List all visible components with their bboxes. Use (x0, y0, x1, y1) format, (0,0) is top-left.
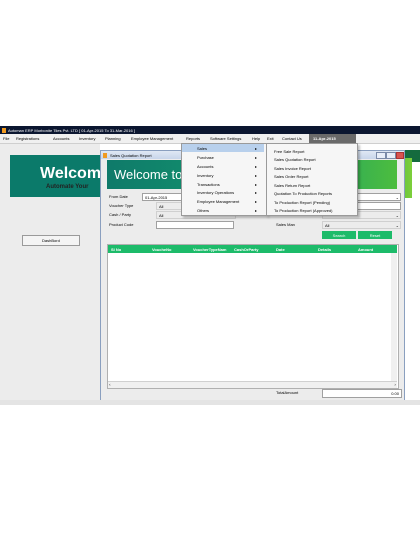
sales-submenu-item[interactable]: Sales Order Report (274, 174, 308, 179)
column-header[interactable]: Date (276, 247, 285, 252)
sales-man-label: Sales Man (276, 222, 295, 227)
submenu-arrow-icon: ▸ (255, 199, 258, 204)
reports-menu-highlight (182, 144, 264, 152)
reports-menu-item-others[interactable]: Others (197, 208, 209, 213)
column-header[interactable]: CashOrParty (234, 247, 258, 252)
sales-submenu-item[interactable]: Free Sale Report (274, 149, 304, 154)
reports-menu-item-employee-management[interactable]: Employee Management (197, 199, 239, 204)
sales-submenu-item[interactable]: Sales Return Report (274, 183, 310, 188)
dashboard-button-label: DashBord (42, 238, 60, 243)
total-amount-label: TotalAmount (276, 390, 299, 395)
sales-submenu-item[interactable]: To Production Report (Pending) (274, 200, 330, 205)
window-title: Sales Quotation Report (110, 152, 152, 158)
welcome-banner: Welcom Automate Your (10, 155, 100, 197)
menu-help[interactable]: Help (252, 136, 260, 141)
scroll-right-icon[interactable]: › (394, 382, 396, 387)
menu-contact-us[interactable]: Contact Us (282, 136, 302, 141)
sales-submenu-item[interactable]: To Production Report (Approved) (274, 208, 332, 213)
menu-exit[interactable]: Exit (267, 136, 274, 141)
dashboard-button[interactable]: DashBord (22, 235, 80, 246)
app-titlebar: Automan ERP Morbonite Tiles Pvt. LTD [ 0… (0, 126, 420, 134)
reports-menu-item-sales[interactable]: Sales (197, 146, 207, 151)
column-header[interactable]: VoucherTypeNam (193, 247, 226, 252)
product-code-input[interactable] (156, 221, 234, 229)
submenu-arrow-icon: ▸ (255, 207, 258, 213)
column-header[interactable]: Amount (358, 247, 373, 252)
submenu-arrow-icon: ▸ (255, 145, 258, 151)
product-code-label: Product Code (109, 222, 134, 227)
total-amount-value: 0.00 (391, 391, 399, 396)
submenu-arrow-icon: ▸ (255, 181, 258, 187)
total-amount-field: 0.00 (322, 389, 402, 398)
status-bar (0, 400, 420, 405)
reports-menu-item-inventory-operations[interactable]: Inventory Operations (197, 190, 234, 195)
menu-software-settings[interactable]: Software Settings (210, 136, 241, 141)
chevron-down-icon: ⌄ (395, 212, 399, 218)
menu-reports[interactable]: Reports (186, 136, 200, 141)
results-grid[interactable] (107, 244, 399, 389)
reports-menu-item-purchase[interactable]: Purchase (197, 155, 214, 160)
from-date-label: From Date (109, 194, 128, 199)
right-field-input[interactable] (355, 202, 401, 210)
sales-submenu-item[interactable]: Sales Invoice Report (274, 166, 311, 171)
sales-man-select[interactable]: All ⌄ (322, 221, 401, 229)
close-button[interactable] (396, 152, 404, 159)
welcome-banner-subtitle: Automate Your (46, 184, 89, 190)
voucher-type-label: Voucher Type (109, 203, 134, 208)
search-button[interactable]: Search (322, 231, 356, 239)
sales-submenu-item[interactable]: Sales Quotation Report (274, 157, 316, 162)
chevron-down-icon: ⌄ (395, 194, 399, 200)
sales-submenu (266, 143, 358, 216)
menu-registrations[interactable]: Registrations (16, 136, 39, 141)
column-header[interactable]: Details (318, 247, 331, 252)
cash-party-label: Cash / Party (109, 212, 132, 217)
reports-menu-item-transactions[interactable]: Transactions (197, 182, 220, 187)
scroll-left-icon[interactable]: ‹ (109, 382, 111, 387)
grid-header: Sl No VoucheNo VoucherTypeNam CashOrPart… (108, 245, 397, 253)
menu-planning[interactable]: Planning (105, 136, 121, 141)
submenu-arrow-icon: ▸ (255, 190, 258, 195)
reset-button[interactable]: Reset (358, 231, 392, 239)
from-date-input[interactable]: 01-Apr-2015 (142, 193, 184, 201)
app-logo-icon (2, 127, 6, 133)
minimize-button[interactable] (376, 152, 386, 159)
column-header[interactable]: VoucheNo (152, 247, 171, 252)
to-date-input[interactable]: ⌄ (355, 193, 401, 201)
submenu-arrow-icon: ▸ (255, 172, 258, 178)
chevron-down-icon: ⌄ (395, 222, 399, 228)
welcome-banner-title: Welcom (40, 165, 100, 182)
current-date-badge: 11-Apr-2015 (309, 134, 356, 143)
window-logo-icon (103, 152, 107, 158)
submenu-arrow-icon: ▸ (255, 154, 258, 160)
app-title: Automan ERP Morbonite Tiles Pvt. LTD [ 0… (8, 127, 135, 133)
reports-menu-item-accounts[interactable]: Accounts (197, 164, 213, 169)
vertical-scrollbar[interactable] (391, 253, 397, 381)
reports-menu-item-inventory[interactable]: Inventory (197, 173, 213, 178)
menu-employee-management[interactable]: Employee Management (131, 136, 173, 141)
menu-file[interactable]: File (3, 136, 9, 141)
maximize-button[interactable] (386, 152, 396, 159)
sales-submenu-item[interactable]: Quotation To Production Reports (274, 191, 332, 196)
menu-accounts[interactable]: Accounts (53, 136, 69, 141)
horizontal-scrollbar[interactable]: ‹ › (108, 381, 397, 388)
current-date: 11-Apr-2015 (313, 136, 336, 141)
submenu-arrow-icon: ▸ (255, 163, 258, 169)
column-header[interactable]: Sl No (111, 247, 121, 252)
menu-inventory[interactable]: Inventory (79, 136, 95, 141)
